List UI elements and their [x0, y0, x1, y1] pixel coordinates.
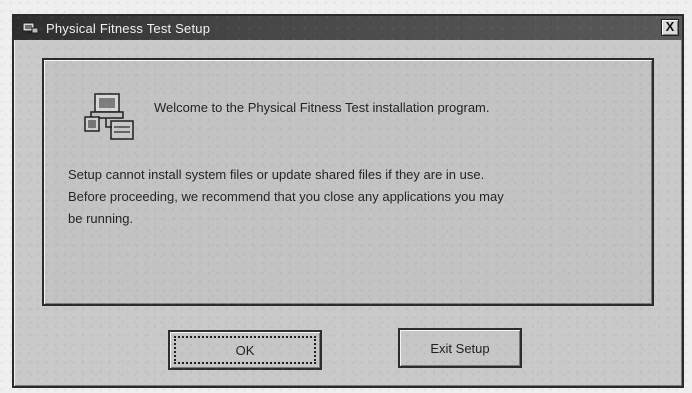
setup-dialog-window: Physical Fitness Test Setup X Welcome to… [12, 14, 684, 388]
window-title: Physical Fitness Test Setup [46, 20, 211, 36]
close-icon: X [665, 19, 675, 34]
message-line-1: Setup cannot install system files or upd… [68, 167, 485, 182]
setup-message-panel: Welcome to the Physical Fitness Test ins… [42, 58, 654, 306]
dialog-buttons: OK Exit Setup [14, 328, 682, 382]
message-line-2: Before proceeding, we recommend that you… [68, 189, 504, 204]
title-bar[interactable]: Physical Fitness Test Setup X [14, 16, 682, 40]
welcome-text: Welcome to the Physical Fitness Test ins… [154, 100, 490, 115]
exit-setup-button[interactable]: Exit Setup [398, 328, 522, 368]
welcome-row: Welcome to the Physical Fitness Test ins… [84, 88, 490, 144]
ok-button[interactable]: OK [168, 330, 322, 370]
desktop-screenshot: Physical Fitness Test Setup X Welcome to… [0, 0, 692, 393]
setup-warning-message: Setup cannot install system files or upd… [68, 164, 628, 230]
setup-icon [22, 21, 40, 36]
computer-setup-icon [84, 88, 136, 144]
message-line-3: be running. [68, 211, 134, 226]
close-button[interactable]: X [661, 19, 679, 36]
